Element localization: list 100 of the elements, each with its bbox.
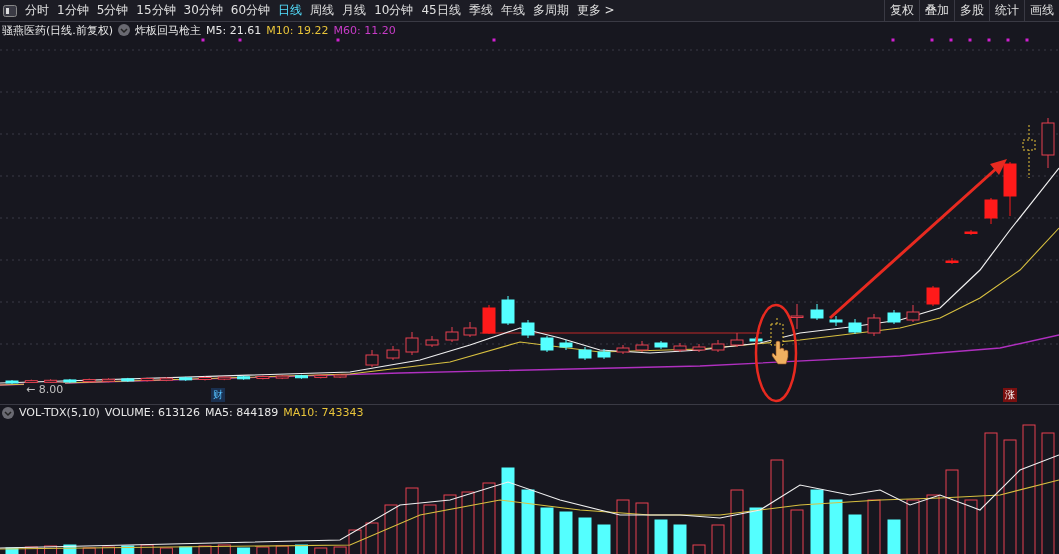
volume-bar xyxy=(673,524,687,554)
candlestick xyxy=(198,376,212,381)
candlestick xyxy=(24,379,38,385)
volume-bar xyxy=(559,511,573,554)
period-tab[interactable]: 周线 xyxy=(306,2,339,19)
candlestick xyxy=(673,342,687,353)
candlestick xyxy=(256,374,270,380)
period-tab[interactable]: 日线 xyxy=(274,2,307,19)
volume-bar xyxy=(578,517,592,554)
period-tab[interactable]: 5分钟 xyxy=(92,2,133,19)
candlestick xyxy=(237,375,251,381)
hand-cursor-icon xyxy=(771,340,789,365)
candlestick xyxy=(44,378,58,384)
candlestick xyxy=(887,309,901,325)
candlestick xyxy=(314,373,328,379)
candlestick xyxy=(540,335,554,353)
candlestick xyxy=(1041,117,1055,169)
volume-bar xyxy=(848,514,862,554)
candlestick xyxy=(445,326,459,343)
volume-bar xyxy=(810,489,824,554)
event-marker[interactable]: 涨 xyxy=(1003,388,1017,402)
candlestick xyxy=(692,343,706,353)
candlestick xyxy=(810,303,824,321)
volume-bar xyxy=(597,524,611,554)
moving-average-value: M10: 19.22 xyxy=(266,23,329,37)
period-tab[interactable]: 年线 xyxy=(496,2,529,19)
dropdown-icon[interactable] xyxy=(118,24,131,36)
indicator-name: VOL-TDX(5,10) xyxy=(19,406,100,419)
candlestick xyxy=(463,321,477,338)
candlestick xyxy=(790,303,804,330)
volume-bar xyxy=(295,544,308,554)
candlestick xyxy=(867,313,881,337)
volume-bar xyxy=(5,547,19,554)
candlestick xyxy=(984,197,998,225)
moving-average-value: M60: 11.20 xyxy=(333,23,396,37)
candlestick xyxy=(635,340,649,353)
candlestick xyxy=(386,345,400,361)
candlestick xyxy=(275,374,289,380)
candlestick xyxy=(365,349,379,368)
toolbar-button[interactable]: 叠加 xyxy=(919,0,954,21)
dropdown-icon[interactable] xyxy=(2,406,14,419)
period-tab[interactable]: 1分钟 xyxy=(53,2,93,19)
period-tab[interactable]: 多周期 xyxy=(528,2,573,19)
period-tab[interactable]: 15分钟 xyxy=(132,2,180,19)
moving-average-value: M5: 21.61 xyxy=(206,23,262,37)
candlestick xyxy=(425,335,439,348)
candlestick xyxy=(926,285,940,307)
candlestick xyxy=(616,344,630,355)
candlestick xyxy=(179,376,193,382)
toolbar-button[interactable]: 统计 xyxy=(989,0,1024,21)
volume-bar xyxy=(237,547,251,554)
period-tab[interactable]: 45日线 xyxy=(417,2,465,19)
period-tab[interactable]: 月线 xyxy=(338,2,371,19)
volume-bar xyxy=(829,499,843,554)
candlestick xyxy=(654,340,668,350)
candlestick xyxy=(121,377,135,383)
event-marker[interactable]: 财 xyxy=(211,388,225,402)
candlestick xyxy=(730,332,744,348)
candlestick xyxy=(829,315,843,327)
panel-toggle-icon[interactable] xyxy=(3,4,17,17)
more-button[interactable]: 更多 > xyxy=(572,2,619,19)
candlestick xyxy=(5,379,19,385)
candlestick xyxy=(333,373,347,379)
volume-bar xyxy=(521,489,535,554)
volume-bar xyxy=(540,507,554,554)
candlestick xyxy=(749,336,763,344)
candlestick xyxy=(63,378,77,384)
indicator-name: 炸板回马枪主 xyxy=(135,22,202,38)
volume-value: MA5: 844189 xyxy=(204,406,279,419)
candlestick xyxy=(711,339,725,353)
volume-bar xyxy=(887,519,901,554)
candlestick xyxy=(559,339,573,351)
candlestick xyxy=(482,304,496,335)
candlestick xyxy=(945,257,959,265)
candlestick xyxy=(521,319,535,339)
period-tab[interactable]: 30分钟 xyxy=(179,2,227,19)
candlestick xyxy=(217,375,231,381)
candlestick xyxy=(906,304,920,323)
low-price-label: ← 8.00 xyxy=(24,383,66,396)
candlestick xyxy=(159,376,173,382)
volume-bar xyxy=(179,546,193,554)
volume-value: VOLUME: 613126 xyxy=(104,406,200,419)
toolbar-button[interactable]: 画线 xyxy=(1024,0,1059,21)
candlestick xyxy=(405,331,419,356)
period-tab[interactable]: 季线 xyxy=(464,2,497,19)
volume-bar xyxy=(749,507,763,554)
toolbar-button[interactable]: 复权 xyxy=(884,0,919,21)
candlestick xyxy=(102,377,115,383)
period-tab[interactable]: 60分钟 xyxy=(226,2,275,19)
candlestick xyxy=(295,374,308,380)
period-tab[interactable]: 10分钟 xyxy=(370,2,418,19)
candlestick xyxy=(597,348,611,360)
volume-value: MA10: 743343 xyxy=(283,406,364,419)
candlestick xyxy=(140,377,154,383)
volume-bar xyxy=(63,544,77,554)
toolbar-button[interactable]: 多股 xyxy=(954,0,989,21)
stock-title: 骚燕医药(日线.前复权) xyxy=(2,22,114,38)
volume-bar xyxy=(654,519,668,554)
candlestick xyxy=(82,378,96,384)
period-tab[interactable]: 分时 xyxy=(21,2,53,19)
